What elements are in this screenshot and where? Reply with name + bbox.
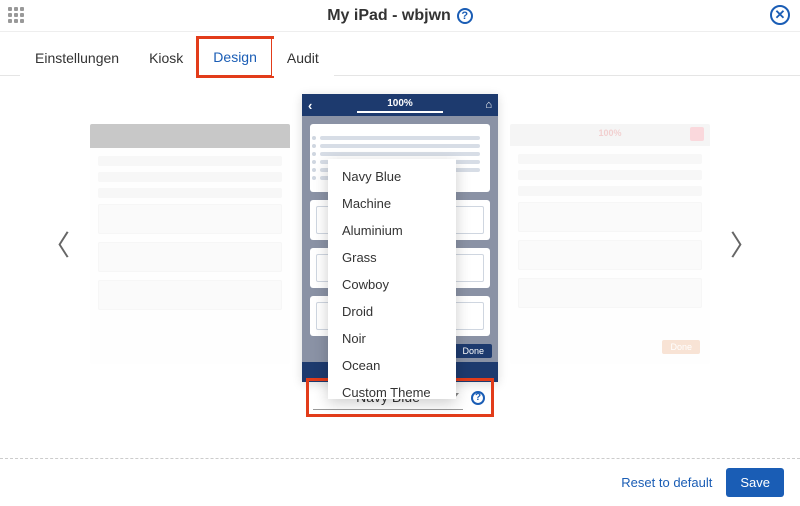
theme-preview-next: 100% Done (510, 124, 710, 364)
carousel-prev-button[interactable]: 〈 (34, 216, 78, 272)
page-title: My iPad - wbjwn ? (327, 7, 473, 25)
tab-kiosk[interactable]: Kiosk (134, 39, 198, 76)
preview-done-badge: Done (454, 344, 492, 358)
side-preview-done-badge: Done (662, 340, 700, 354)
help-icon[interactable]: ? (457, 8, 473, 24)
tab-design[interactable]: Design (198, 38, 272, 76)
close-button[interactable]: ✕ (770, 5, 790, 25)
theme-option[interactable]: Ocean (328, 352, 456, 379)
side-preview-progress: 100% (598, 128, 621, 138)
reset-to-default-link[interactable]: Reset to default (621, 475, 712, 490)
tab-einstellungen[interactable]: Einstellungen (20, 39, 134, 76)
tab-bar: Einstellungen Kiosk Design Audit (0, 32, 800, 76)
preview-header: ‹ 100% ⌂ (302, 94, 498, 116)
preview-home-icon: ⌂ (485, 99, 492, 111)
theme-preview-prev (90, 124, 290, 364)
chevron-right-icon: 〉 (730, 230, 758, 261)
theme-option[interactable]: Noir (328, 325, 456, 352)
design-panel: 〈 〉 100% Done (0, 76, 800, 456)
carousel-next-button[interactable]: 〉 (722, 216, 766, 272)
theme-dropdown-list: Navy Blue Machine Aluminium Grass Cowboy… (328, 159, 456, 399)
theme-option[interactable]: Navy Blue (328, 163, 456, 190)
side-preview-close-icon (690, 127, 704, 141)
theme-option[interactable]: Custom Theme (328, 379, 456, 399)
theme-option[interactable]: Grass (328, 244, 456, 271)
page-title-text: My iPad - wbjwn (327, 7, 451, 25)
theme-option[interactable]: Aluminium (328, 217, 456, 244)
apps-grid-icon[interactable] (8, 7, 24, 23)
preview-progress-label: 100% (357, 98, 443, 113)
save-button[interactable]: Save (726, 468, 784, 497)
theme-option[interactable]: Machine (328, 190, 456, 217)
preview-back-icon: ‹ (308, 98, 312, 113)
theme-option[interactable]: Cowboy (328, 271, 456, 298)
tab-audit[interactable]: Audit (272, 39, 334, 76)
chevron-left-icon: 〈 (42, 230, 70, 261)
theme-option[interactable]: Droid (328, 298, 456, 325)
page-header: My iPad - wbjwn ? ✕ (0, 0, 800, 32)
footer-bar: Reset to default Save (0, 458, 800, 506)
theme-help-icon[interactable]: ? (471, 391, 485, 405)
